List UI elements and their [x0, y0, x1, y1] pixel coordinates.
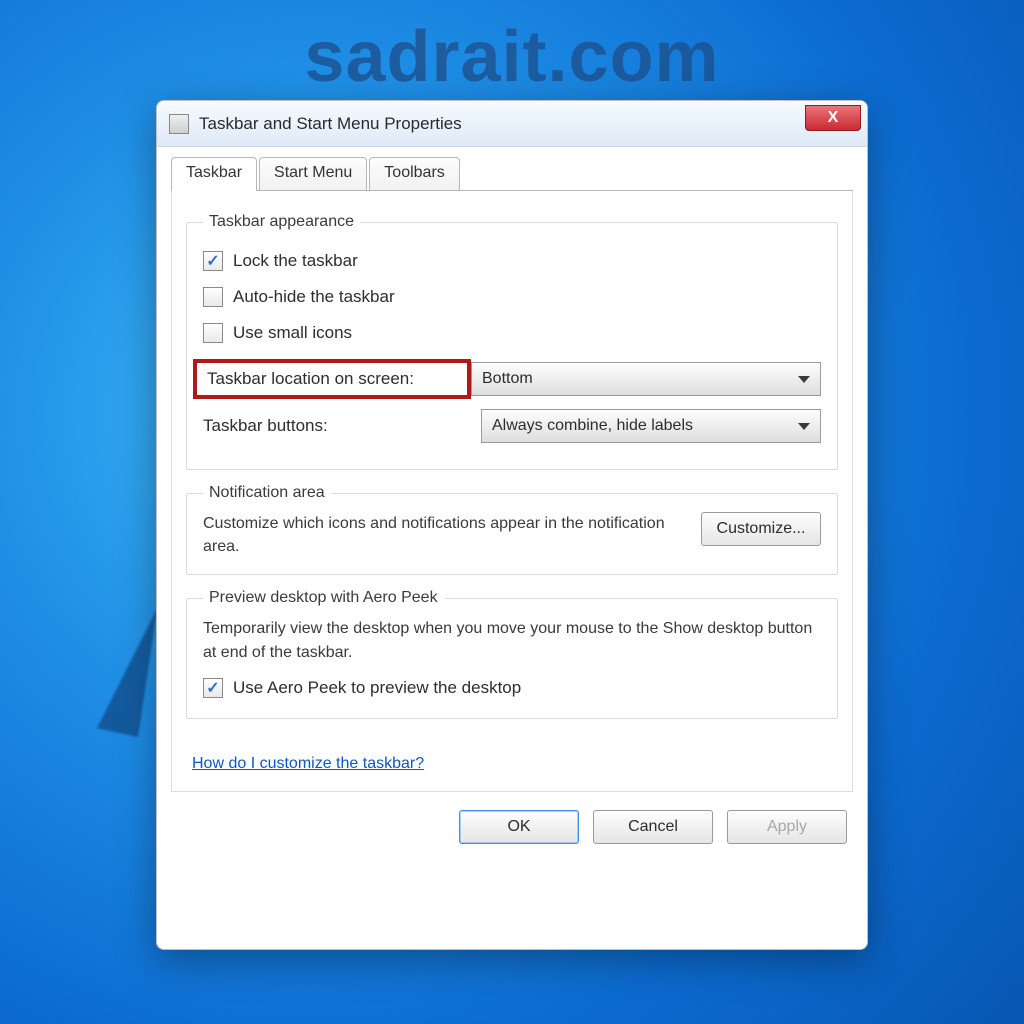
window-title: Taskbar and Start Menu Properties	[199, 114, 462, 134]
cancel-button[interactable]: Cancel	[593, 810, 713, 844]
checkbox-label: Use Aero Peek to preview the desktop	[233, 678, 521, 698]
ok-button[interactable]: OK	[459, 810, 579, 844]
button-label: Cancel	[628, 818, 678, 836]
tab-label: Start Menu	[274, 164, 352, 181]
label-taskbar-buttons: Taskbar buttons:	[203, 416, 481, 436]
tab-label: Taskbar	[186, 164, 242, 181]
button-label: Apply	[767, 818, 807, 836]
client-area: Taskbar Start Menu Toolbars Taskbar appe…	[157, 147, 867, 949]
footer-buttons: OK Cancel Apply	[171, 810, 853, 844]
row-taskbar-location: Taskbar location on screen: Bottom	[203, 359, 821, 399]
select-value: Always combine, hide labels	[492, 417, 693, 435]
tabstrip: Taskbar Start Menu Toolbars	[171, 157, 853, 191]
apply-button[interactable]: Apply	[727, 810, 847, 844]
tab-panel-taskbar: Taskbar appearance ✓ Lock the taskbar Au…	[171, 190, 853, 792]
window-icon	[169, 114, 189, 134]
group-legend: Notification area	[203, 484, 331, 502]
select-value: Bottom	[482, 370, 533, 388]
tab-label: Toolbars	[384, 164, 444, 181]
titlebar[interactable]: Taskbar and Start Menu Properties X	[157, 101, 867, 147]
row-aero-peek: ✓ Use Aero Peek to preview the desktop	[203, 678, 821, 698]
decorative-flare	[97, 601, 165, 737]
row-autohide: Auto-hide the taskbar	[203, 287, 821, 307]
desktop-background: sadrait.com Taskbar and Start Menu Prope…	[0, 0, 1024, 1024]
chevron-down-icon	[798, 376, 810, 383]
tab-taskbar[interactable]: Taskbar	[171, 157, 257, 191]
properties-window: Taskbar and Start Menu Properties X Task…	[156, 100, 868, 950]
aero-description: Temporarily view the desktop when you mo…	[203, 617, 821, 663]
tab-toolbars[interactable]: Toolbars	[369, 157, 459, 191]
checkbox-autohide[interactable]	[203, 287, 223, 307]
row-small-icons: Use small icons	[203, 323, 821, 343]
customize-button[interactable]: Customize...	[701, 512, 821, 546]
checkbox-label: Use small icons	[233, 323, 352, 343]
group-legend: Taskbar appearance	[203, 213, 360, 231]
checkbox-lock-taskbar[interactable]: ✓	[203, 251, 223, 271]
watermark-text: sadrait.com	[0, 16, 1024, 98]
group-notification-area: Notification area Customize which icons …	[186, 484, 838, 575]
checkbox-aero-peek[interactable]: ✓	[203, 678, 223, 698]
group-taskbar-appearance: Taskbar appearance ✓ Lock the taskbar Au…	[186, 213, 838, 470]
checkbox-label: Auto-hide the taskbar	[233, 287, 395, 307]
notification-row: Customize which icons and notifications …	[203, 512, 821, 558]
tab-start-menu[interactable]: Start Menu	[259, 157, 367, 191]
label-taskbar-location: Taskbar location on screen:	[193, 359, 471, 399]
select-taskbar-location[interactable]: Bottom	[471, 362, 821, 396]
group-legend: Preview desktop with Aero Peek	[203, 589, 444, 607]
group-aero-peek: Preview desktop with Aero Peek Temporari…	[186, 589, 838, 718]
row-taskbar-buttons: Taskbar buttons: Always combine, hide la…	[203, 409, 821, 443]
close-icon: X	[828, 109, 839, 127]
button-label: Customize...	[717, 520, 806, 538]
row-lock-taskbar: ✓ Lock the taskbar	[203, 251, 821, 271]
select-taskbar-buttons[interactable]: Always combine, hide labels	[481, 409, 821, 443]
button-label: OK	[507, 818, 530, 836]
notification-description: Customize which icons and notifications …	[203, 512, 687, 558]
chevron-down-icon	[798, 423, 810, 430]
checkbox-small-icons[interactable]	[203, 323, 223, 343]
help-link[interactable]: How do I customize the taskbar?	[192, 755, 424, 773]
close-button[interactable]: X	[805, 105, 861, 131]
checkbox-label: Lock the taskbar	[233, 251, 358, 271]
